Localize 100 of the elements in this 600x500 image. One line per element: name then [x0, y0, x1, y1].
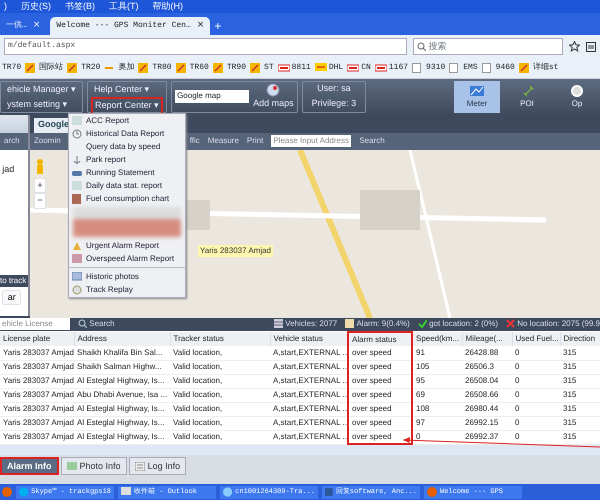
- map-tool[interactable]: Print: [246, 135, 264, 148]
- bottom-tab[interactable]: Photo Info: [60, 457, 127, 476]
- bookmark[interactable]: TR20: [67, 62, 100, 74]
- bottom-tab[interactable]: Alarm Info: [0, 457, 59, 476]
- bookmark[interactable]: 9460: [482, 62, 515, 74]
- bookmark[interactable]: TR90: [212, 62, 246, 74]
- bookmark[interactable]: CN: [347, 62, 371, 74]
- table-cell: 97: [412, 416, 462, 430]
- table-cell: Yaris 283037 Amjad: [0, 374, 74, 388]
- table-cell: 0: [512, 430, 560, 444]
- map-select[interactable]: Google map: [175, 90, 250, 104]
- new-tab-button[interactable]: +: [214, 16, 222, 35]
- privilege-label: Privilege: 3: [312, 97, 356, 110]
- search-button[interactable]: Search: [359, 135, 385, 148]
- table-cell: A,start,EXTERNAL ...: [270, 430, 348, 444]
- table-cell: Yaris 283037 Amjad: [0, 430, 74, 444]
- menu-item[interactable]: Urgent Alarm Report: [69, 239, 185, 252]
- column-header[interactable]: Alarm status: [348, 332, 412, 346]
- column-header[interactable]: Direction: [560, 332, 600, 346]
- zoom-in-button[interactable]: +: [34, 178, 46, 194]
- table-cell: 315: [560, 430, 600, 444]
- panel-button[interactable]: ar: [2, 290, 22, 306]
- ruler-icon: [469, 84, 485, 98]
- menu-item[interactable]: Query data by speed: [69, 140, 185, 153]
- table-cell: A,start,EXTERNAL ...: [270, 360, 348, 374]
- menu-item[interactable]: Fuel consumption chart: [69, 192, 185, 205]
- menu-dropdown[interactable]: ehicle Manager ▾: [4, 82, 80, 98]
- column-header[interactable]: Address: [74, 332, 170, 346]
- bookmark-icon: [250, 63, 262, 74]
- menu-item[interactable]: Historic photos: [69, 270, 185, 284]
- menu-item[interactable]: Overspeed Alarm Report: [69, 252, 185, 265]
- track-bar[interactable]: to track: [0, 275, 28, 288]
- tab-title: Welcome --- GPS Moniter Cen…: [56, 20, 191, 32]
- browser-tab[interactable]: 一供… ×: [0, 16, 46, 35]
- menu-item[interactable]: 历史(S): [21, 0, 51, 14]
- toolbar-tool[interactable]: Meter: [454, 80, 500, 113]
- column-header[interactable]: License plate: [0, 332, 74, 346]
- map-tool[interactable]: Measure: [208, 135, 239, 148]
- search-button[interactable]: Search: [78, 318, 115, 330]
- table-cell: A,start,EXTERNAL ...: [270, 374, 348, 388]
- menu-item[interactable]: Track Replay: [69, 284, 185, 296]
- bookmark-icon: [25, 63, 38, 74]
- map-tool[interactable]: Zoomin: [34, 135, 61, 148]
- menu-item[interactable]: 帮助(H): [152, 0, 183, 14]
- menu-item[interactable]: Running Statement: [69, 166, 185, 179]
- scrollbar[interactable]: [0, 445, 600, 456]
- table-cell: 95: [412, 374, 462, 388]
- menu-item[interactable]: Park report: [69, 153, 185, 166]
- bookmark[interactable]: 8811: [278, 62, 311, 74]
- bookmark[interactable]: 国际站: [25, 62, 64, 74]
- bookmark[interactable]: EMS: [449, 62, 478, 74]
- column-header[interactable]: Speed(km...: [412, 332, 462, 346]
- column-header[interactable]: Used Fuel...: [512, 332, 560, 346]
- menu-item[interactable]: ): [4, 0, 7, 14]
- star-icon[interactable]: [569, 41, 580, 52]
- table-cell: Al Esteglal Highway, Is...: [74, 402, 170, 416]
- bookmark[interactable]: TR60: [176, 62, 209, 74]
- column-header[interactable]: Vehicle status: [270, 332, 348, 346]
- stat-text: Alarm: 9(0.4%): [356, 318, 410, 330]
- address-field[interactable]: m/default.aspx: [4, 38, 407, 56]
- bottom-tab[interactable]: Log Info: [128, 457, 186, 476]
- table-cell: over speed: [348, 374, 412, 388]
- menu-dropdown[interactable]: ystem setting ▾: [4, 97, 80, 113]
- close-icon[interactable]: ×: [32, 19, 40, 33]
- address-field[interactable]: Please Input Address: [271, 135, 352, 148]
- bookmark[interactable]: 9310: [412, 62, 446, 74]
- table-cell: Shaikh Salman Highw...: [74, 360, 170, 374]
- vehicle-item[interactable]: jad: [0, 150, 28, 177]
- table-cell: Valid location,: [170, 402, 270, 416]
- zoom-out-button[interactable]: −: [34, 193, 46, 209]
- menu-item[interactable]: 书签(B): [65, 0, 95, 14]
- add-maps-label[interactable]: Add maps: [253, 96, 294, 110]
- bookmark[interactable]: 奥加: [104, 62, 134, 74]
- menu-item[interactable]: Daily data stat. report: [69, 179, 185, 192]
- table-cell: Yaris 283037 Amjad: [0, 346, 74, 360]
- search-label[interactable]: arch: [4, 135, 20, 148]
- bookmark-icon: [176, 63, 188, 74]
- bookmark[interactable]: 详细st: [518, 62, 558, 74]
- map-tool[interactable]: ffic: [190, 135, 200, 148]
- license-field[interactable]: ehicle License: [0, 318, 70, 330]
- bookmark[interactable]: TR70: [2, 62, 22, 74]
- search-placeholder: 搜索: [428, 40, 446, 54]
- close-icon[interactable]: ×: [196, 19, 204, 33]
- table-cell: 26992.15: [462, 416, 512, 430]
- menu-dropdown[interactable]: Help Center ▾: [91, 82, 164, 98]
- bookmark[interactable]: TR80: [138, 62, 172, 74]
- bookmark[interactable]: DHL: [314, 62, 344, 74]
- bookmark[interactable]: ST: [250, 62, 274, 74]
- toolbar-tool[interactable]: Op: [554, 80, 600, 113]
- table-cell: Valid location,: [170, 346, 270, 360]
- column-header[interactable]: Mileage(...: [462, 332, 512, 346]
- check-icon: [418, 319, 427, 328]
- browser-tab[interactable]: Welcome --- GPS Moniter Cen… ×: [50, 16, 210, 35]
- menu-item[interactable]: 工具(T): [109, 0, 138, 14]
- toolbar-tool[interactable]: POI: [504, 80, 550, 113]
- search-field[interactable]: 搜索: [413, 38, 563, 56]
- table-cell: 0: [512, 388, 560, 402]
- bookmark[interactable]: 1167: [374, 62, 408, 74]
- vehicle-label[interactable]: Yaris 283037 Amjad: [198, 244, 274, 257]
- column-header[interactable]: Tracker status: [170, 332, 270, 346]
